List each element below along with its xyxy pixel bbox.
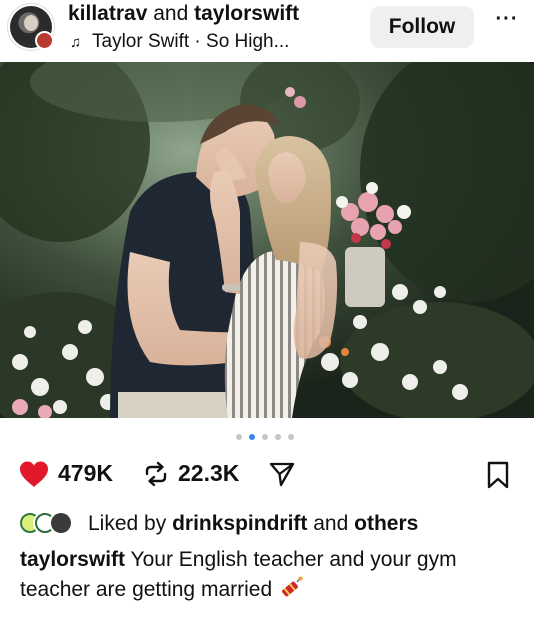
carousel-dot <box>262 434 268 440</box>
repost-icon[interactable] <box>141 460 171 488</box>
more-options-icon[interactable]: ··· <box>490 8 524 38</box>
liked-by-row[interactable]: Liked by drinkspindrift and others <box>20 509 530 539</box>
carousel-dot-active <box>249 434 255 440</box>
liked-by-prefix: Liked by <box>88 512 167 535</box>
author-conjunction: and <box>153 2 189 25</box>
liked-by-others[interactable]: others <box>354 512 418 535</box>
carousel-dot <box>288 434 294 440</box>
liked-by-joiner: and <box>313 512 349 535</box>
follow-button[interactable]: Follow <box>370 6 474 48</box>
author-username[interactable]: killatrav <box>68 2 147 25</box>
liked-by-user[interactable]: drinkspindrift <box>172 512 307 535</box>
repost-count[interactable]: 22.3K <box>178 460 239 487</box>
caption-username[interactable]: taylorswift <box>20 548 125 571</box>
like-count[interactable]: 479K <box>58 460 113 487</box>
liked-by-text: Liked by drinkspindrift and others <box>88 512 418 536</box>
avatar-face <box>24 15 38 31</box>
audio-attribution[interactable]: ♫ Taylor Swift · So High... <box>70 31 289 53</box>
liker-avatar <box>51 513 71 533</box>
action-bar: 479K 22.3K <box>0 452 534 496</box>
carousel-indicator <box>236 432 306 442</box>
post-caption: taylorswift Your English teacher and you… <box>20 545 520 605</box>
coauthor-avatar[interactable] <box>37 33 52 48</box>
carousel-dot <box>275 434 281 440</box>
author-avatar[interactable] <box>10 6 52 48</box>
post-header: killatrav and taylorswift ♫ Taylor Swift … <box>0 0 534 62</box>
post-image[interactable] <box>0 62 534 418</box>
share-icon[interactable] <box>268 460 296 488</box>
save-icon[interactable] <box>484 460 512 490</box>
author-names: killatrav and taylorswift <box>68 2 299 26</box>
photo-illustration <box>0 62 534 418</box>
coauthor-username[interactable]: taylorswift <box>194 2 299 25</box>
music-note-icon: ♫ <box>70 34 82 51</box>
carousel-dot <box>236 434 242 440</box>
firecracker-icon <box>282 576 303 597</box>
heart-icon[interactable] <box>18 460 50 488</box>
audio-label: Taylor Swift · So High... <box>92 31 290 52</box>
